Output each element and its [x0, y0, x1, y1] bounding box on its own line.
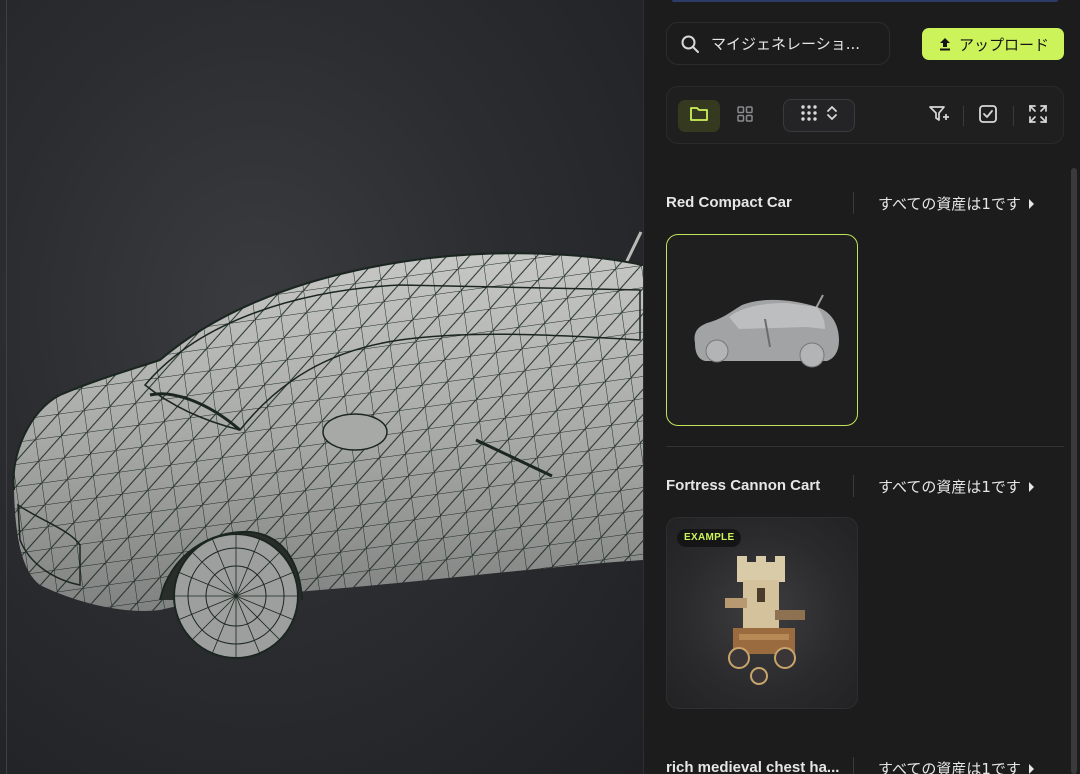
caret-right-icon [1028, 481, 1034, 492]
view-all-label: すべての資産は1です [878, 478, 1021, 496]
caret-right-icon [1028, 198, 1034, 209]
density-selector[interactable] [783, 99, 855, 132]
section-title: rich medieval chest ha... [666, 759, 840, 774]
view-all-label: すべての資産は1です [878, 195, 1021, 213]
select-mode-button[interactable] [972, 100, 1004, 132]
dots-grid-icon [800, 104, 818, 127]
example-badge: EXAMPLE [677, 529, 742, 547]
asset-card[interactable]: EXAMPLE [666, 517, 858, 709]
search-icon [679, 33, 701, 55]
grid-view-button[interactable] [729, 100, 761, 132]
asset-panel: アップロード [643, 0, 1080, 774]
scrollbar-thumb[interactable] [1071, 168, 1077, 774]
grid-icon [736, 105, 754, 128]
view-all-link[interactable]: すべての資産は1です [878, 758, 1034, 774]
top-accent-bar [672, 0, 1058, 2]
section-separator [853, 475, 854, 497]
toolbar-separator [963, 106, 964, 126]
view-all-link[interactable]: すべての資産は1です [878, 476, 1034, 497]
section-title: Fortress Cannon Cart [666, 477, 821, 494]
view-all-link[interactable]: すべての資産は1です [878, 193, 1034, 214]
expand-button[interactable] [1022, 100, 1054, 132]
folder-icon [689, 105, 709, 128]
search-input[interactable] [711, 34, 886, 53]
toolbar-separator [1013, 106, 1014, 126]
filter-icon [928, 104, 950, 129]
expand-icon [1028, 104, 1048, 129]
section-separator [853, 757, 854, 774]
chevron-up-down-icon [826, 104, 838, 127]
car-thumbnail [694, 294, 839, 368]
checkbox-icon [978, 104, 998, 129]
upload-icon [937, 36, 953, 52]
search-box[interactable] [666, 22, 890, 65]
section-divider [666, 446, 1064, 447]
filter-button[interactable] [923, 100, 955, 132]
asset-card[interactable] [666, 234, 858, 426]
view-toolbar [666, 86, 1064, 144]
view-all-label: すべての資産は1です [878, 760, 1021, 774]
3d-viewport[interactable] [0, 0, 643, 774]
folder-view-button[interactable] [678, 100, 720, 132]
upload-button[interactable]: アップロード [922, 28, 1064, 60]
section-title: Red Compact Car [666, 194, 792, 211]
section-separator [853, 192, 854, 214]
upload-label: アップロード [958, 35, 1049, 54]
caret-right-icon [1028, 763, 1034, 774]
car-wireframe-model [12, 231, 643, 659]
